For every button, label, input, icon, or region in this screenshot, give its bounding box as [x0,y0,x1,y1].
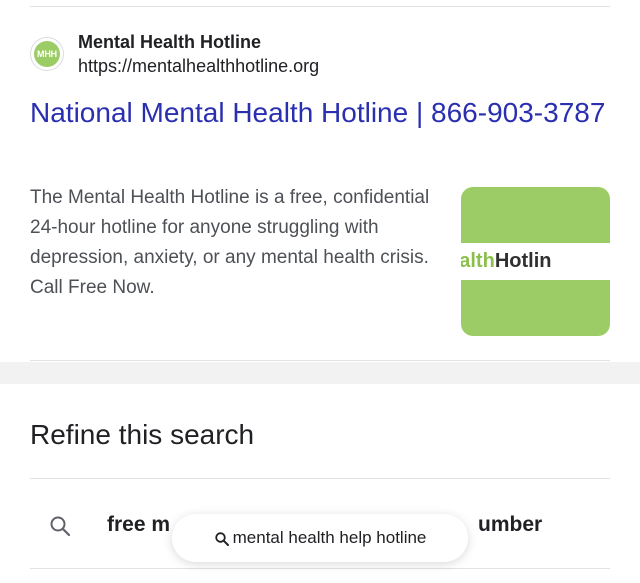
refine-divider-bottom [30,568,610,569]
thumbnail-logo-text: alHealthHotlin [461,250,551,273]
suggestion-label-end: umber [478,513,543,536]
result-title-link[interactable]: National Mental Health Hotline | 866-903… [30,94,610,132]
favicon-logo: MHH [34,41,60,67]
chip-label: mental health help hotline [232,528,427,547]
result-divider [30,360,610,361]
thumbnail-banner: alHealthHotlin [461,243,610,280]
search-icon [50,516,71,537]
site-favicon: MHH [30,37,64,71]
refine-section-title: Refine this search [30,419,255,450]
site-info: Mental Health Hotline https://mentalheal… [78,30,319,78]
site-url: https://mentalhealthhotline.org [78,56,320,76]
related-search-chip[interactable]: mental health help hotline [172,514,468,562]
suggestion-label-start: free m [107,513,171,536]
top-divider [30,6,610,7]
refine-divider-top [30,478,610,479]
result-source[interactable]: MHH Mental Health Hotline https://mental… [30,30,319,78]
search-icon [214,531,229,546]
section-gap [0,362,640,384]
result-snippet: The Mental Health Hotline is a free, con… [30,187,430,298]
thumbnail-text-dark: Hotlin [494,250,552,272]
thumbnail-text-green: alHealth [461,250,495,272]
site-name: Mental Health Hotline [78,32,262,52]
result-thumbnail[interactable]: alHealthHotlin [461,187,610,336]
